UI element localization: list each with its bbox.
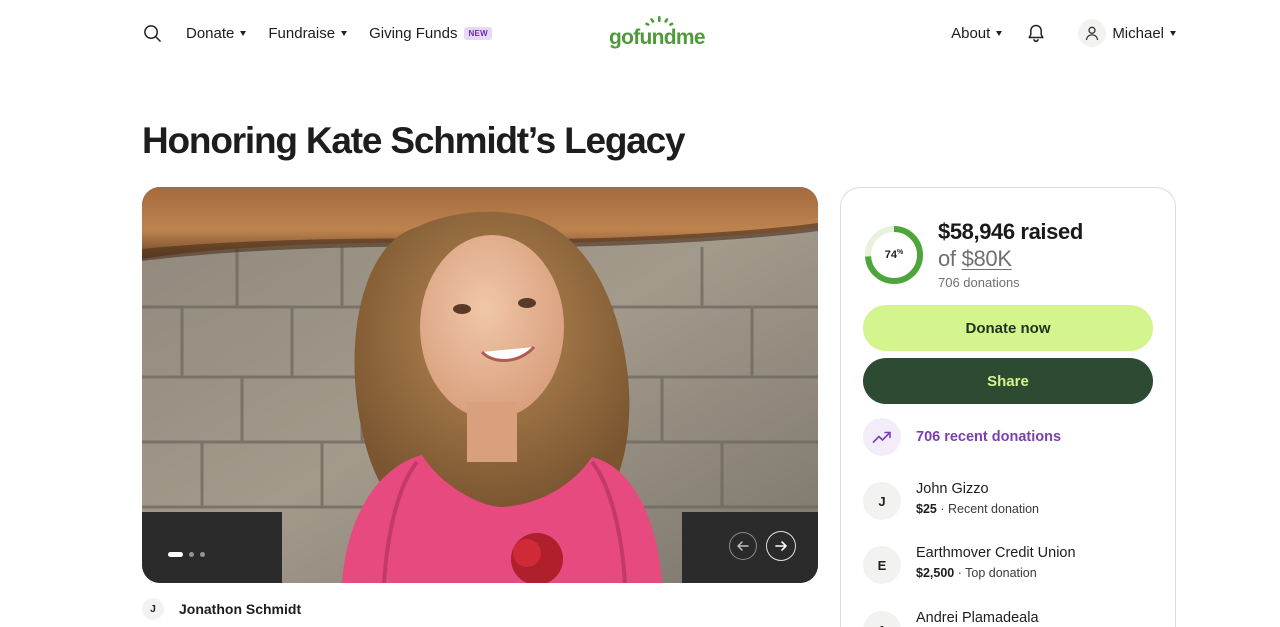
donor-name: John Gizzo bbox=[916, 481, 989, 497]
donor-item: A Andrei Plamadeala bbox=[863, 609, 1039, 627]
arrow-left-icon bbox=[737, 541, 749, 551]
donor-avatar: J bbox=[863, 482, 901, 520]
organizer-avatar: J bbox=[142, 598, 164, 620]
progress-ring: 74% bbox=[863, 224, 925, 286]
logo-wordmark: gofundme bbox=[609, 26, 706, 49]
nav-right: About Michael bbox=[951, 19, 1176, 47]
donor-name: Andrei Plamadeala bbox=[916, 610, 1039, 626]
donor-note: · Recent donation bbox=[936, 502, 1040, 516]
caret-down-icon bbox=[341, 31, 348, 36]
bell-icon[interactable] bbox=[1026, 23, 1046, 44]
nav-fundraise-label: Fundraise bbox=[268, 24, 336, 42]
recent-donations-link[interactable]: 706 recent donations bbox=[863, 418, 1061, 456]
carousel-dot[interactable] bbox=[189, 552, 194, 557]
site-header: Donate Fundraise Giving Funds NEW gofund… bbox=[0, 0, 1280, 66]
gofundme-logo[interactable]: gofundme bbox=[609, 14, 711, 50]
donor-info: Earthmover Credit Union $2,500 · Top don… bbox=[916, 544, 1076, 580]
user-avatar-icon bbox=[1078, 19, 1107, 47]
amount-raised: $58,946 raised bbox=[938, 219, 1083, 244]
nav-donate-label: Donate bbox=[186, 24, 235, 42]
donor-note: · Top donation bbox=[954, 566, 1037, 580]
carousel-next-button[interactable] bbox=[766, 531, 796, 561]
goal-amount[interactable]: $80K bbox=[962, 246, 1012, 271]
recent-donations-label: 706 recent donations bbox=[916, 429, 1062, 445]
donation-card: 74% $58,946 raised of $80K 706 donations… bbox=[840, 187, 1176, 627]
carousel-indicators bbox=[168, 552, 211, 557]
donate-now-button[interactable]: Donate now bbox=[863, 305, 1153, 351]
organizer[interactable]: J Jonathon Schmidt bbox=[142, 598, 301, 620]
caret-down-icon bbox=[240, 31, 247, 36]
donor-avatar: E bbox=[863, 546, 901, 584]
caret-down-icon bbox=[996, 31, 1003, 36]
caret-down-icon bbox=[1170, 31, 1176, 36]
search-icon[interactable] bbox=[143, 24, 162, 43]
goal-prefix: of bbox=[938, 246, 956, 271]
nav-about-label: About bbox=[951, 24, 991, 42]
donor-avatar: A bbox=[863, 611, 901, 627]
donor-amount: $2,500 bbox=[916, 566, 955, 580]
nav-giving-funds-label: Giving Funds bbox=[369, 24, 458, 42]
goal: of $80K bbox=[938, 246, 1012, 272]
arrow-right-icon bbox=[775, 541, 787, 551]
donor-name: Earthmover Credit Union bbox=[916, 545, 1076, 561]
share-button[interactable]: Share bbox=[863, 358, 1153, 404]
user-menu[interactable]: Michael bbox=[1078, 19, 1176, 47]
donor-item: J John Gizzo $25 · Recent donation bbox=[863, 480, 1039, 520]
carousel-prev-button[interactable] bbox=[729, 532, 757, 560]
progress-unit: % bbox=[897, 248, 904, 256]
donor-meta: $25 · Recent donation bbox=[916, 502, 1039, 516]
donation-count: 706 donations bbox=[938, 275, 1020, 290]
new-badge: NEW bbox=[464, 26, 493, 40]
nav-left: Donate Fundraise Giving Funds NEW bbox=[143, 22, 493, 44]
donor-meta: $2,500 · Top donation bbox=[916, 566, 1076, 580]
donor-info: Andrei Plamadeala bbox=[916, 609, 1039, 627]
progress-percent: 74% bbox=[863, 224, 925, 286]
nav-giving-funds[interactable]: Giving Funds NEW bbox=[369, 24, 493, 42]
carousel-dot-active[interactable] bbox=[168, 552, 183, 557]
carousel-dot[interactable] bbox=[200, 552, 205, 557]
page-title: Honoring Kate Schmidt’s Legacy bbox=[142, 120, 686, 161]
donor-amount: $25 bbox=[916, 502, 937, 516]
campaign-photo bbox=[142, 187, 818, 583]
progress-value: 74 bbox=[884, 249, 897, 261]
donor-info: John Gizzo $25 · Recent donation bbox=[916, 480, 1039, 516]
trending-up-icon bbox=[863, 418, 901, 456]
nav-fundraise[interactable]: Fundraise bbox=[268, 24, 348, 42]
user-name: Michael bbox=[1112, 24, 1164, 42]
donor-item: E Earthmover Credit Union $2,500 · Top d… bbox=[863, 544, 1076, 584]
campaign-image bbox=[142, 187, 818, 583]
organizer-name: Jonathon Schmidt bbox=[179, 601, 302, 617]
nav-about[interactable]: About bbox=[951, 24, 1003, 42]
nav-donate[interactable]: Donate bbox=[186, 24, 247, 42]
